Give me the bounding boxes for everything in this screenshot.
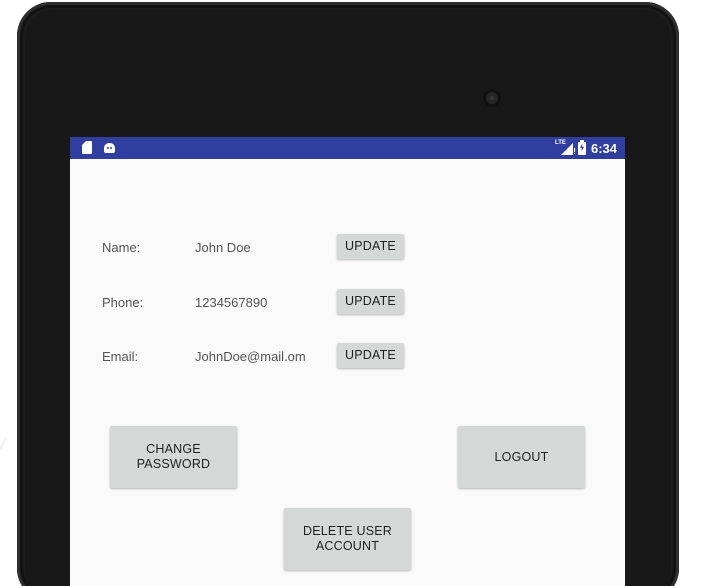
battery-icon [577, 139, 586, 155]
phone-label: Phone: [102, 295, 144, 310]
front-camera [483, 89, 501, 107]
status-bar-right: LTE ! 6:34 [555, 137, 617, 159]
name-label: Name: [102, 240, 141, 255]
update-email-button[interactable]: UPDATE [337, 343, 404, 368]
delete-account-label-line1: DELETE USER [302, 524, 393, 538]
change-password-label-line1: CHANGE [146, 442, 201, 456]
update-phone-button[interactable]: UPDATE [337, 289, 404, 314]
email-label: Email: [102, 349, 139, 364]
app-screen: LTE ! 6:34 Name: John Doe UPDATE Phone: … [70, 137, 625, 586]
change-password-label-line2: PASSWORD [136, 457, 211, 471]
android-debug-icon [104, 143, 115, 153]
status-time: 6:34 [590, 140, 617, 156]
signal-icon: LTE ! [554, 140, 576, 156]
status-bar: LTE ! 6:34 [70, 137, 625, 159]
phone-value: 1234567890 [195, 295, 268, 310]
delete-account-label-line2: ACCOUNT [315, 539, 380, 553]
name-value: John Doe [195, 240, 251, 255]
update-name-button[interactable]: UPDATE [337, 234, 404, 259]
change-password-button[interactable]: CHANGE PASSWORD [110, 426, 237, 488]
network-type-label: LTE [554, 140, 566, 146]
email-value: JohnDoe@mail.om [195, 349, 306, 364]
delete-account-button[interactable]: DELETE USER ACCOUNT [284, 508, 411, 570]
sd-card-icon [82, 141, 92, 154]
logout-button[interactable]: LOGOUT [458, 426, 585, 488]
